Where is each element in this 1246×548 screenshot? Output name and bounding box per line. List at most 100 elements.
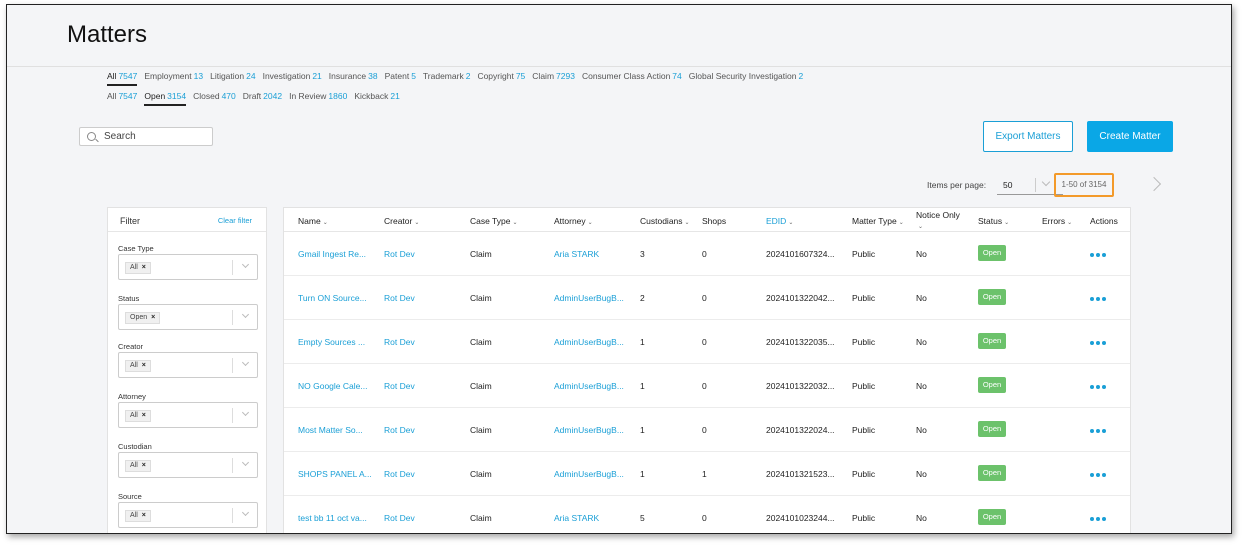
chevron-down-icon xyxy=(241,260,250,269)
more-actions-icon[interactable] xyxy=(1090,252,1108,259)
search-input[interactable] xyxy=(104,131,208,142)
tab-case-type-litigation[interactable]: Litigation 24 xyxy=(210,71,256,84)
cell-creator[interactable]: Rot Dev xyxy=(384,469,464,479)
tab-status-open[interactable]: Open 3154 xyxy=(144,91,187,106)
filter-select[interactable]: All × xyxy=(118,402,258,428)
cell-creator[interactable]: Rot Dev xyxy=(384,293,464,303)
cell-attorney[interactable]: AdminUserBugB... xyxy=(554,425,636,435)
filter-select[interactable]: All × xyxy=(118,502,258,528)
tab-case-type-patent[interactable]: Patent 5 xyxy=(385,71,416,84)
cell-creator[interactable]: Rot Dev xyxy=(384,513,464,523)
cell-creator[interactable]: Rot Dev xyxy=(384,381,464,391)
tab-status-all[interactable]: All 7547 xyxy=(107,91,137,104)
tab-case-type-copyright[interactable]: Copyright 75 xyxy=(477,71,525,84)
cell-shops: 0 xyxy=(702,337,707,347)
cell-attorney[interactable]: AdminUserBugB... xyxy=(554,469,636,479)
cell-edid: 2024101322024... xyxy=(766,425,835,435)
column-header-attorney[interactable]: Attorney ⌄ xyxy=(554,216,593,226)
tab-status-in-review[interactable]: In Review 1860 xyxy=(289,91,347,104)
tab-case-type-claim[interactable]: Claim 7293 xyxy=(532,71,575,84)
remove-tag-icon[interactable]: × xyxy=(142,462,146,469)
cell-matter-type: Public xyxy=(852,249,876,259)
cell-notice-only: No xyxy=(916,425,927,435)
table-row[interactable]: Most Matter So... Rot Dev Claim AdminUserBu… xyxy=(284,408,1130,452)
tab-status-closed[interactable]: Closed 470 xyxy=(193,91,236,104)
table-row[interactable]: Empty Sources ... Rot Dev Claim AdminUserBu… xyxy=(284,320,1130,364)
next-page-chevron-icon[interactable] xyxy=(1146,176,1162,192)
export-matters-button[interactable]: Export Matters xyxy=(983,121,1073,152)
cell-creator[interactable]: Rot Dev xyxy=(384,425,464,435)
cell-case-type: Claim xyxy=(470,513,492,523)
cell-name[interactable]: Most Matter So... xyxy=(298,425,380,435)
tab-case-type-consumer-class-action[interactable]: Consumer Class Action 74 xyxy=(582,71,682,84)
cell-attorney[interactable]: AdminUserBugB... xyxy=(554,293,636,303)
column-header-case-type[interactable]: Case Type ⌄ xyxy=(470,216,518,226)
filter-select[interactable]: All × xyxy=(118,352,258,378)
cell-attorney[interactable]: Aria STARK xyxy=(554,249,636,259)
create-matter-button[interactable]: Create Matter xyxy=(1087,121,1173,152)
more-actions-icon[interactable] xyxy=(1090,384,1108,391)
cell-name[interactable]: Empty Sources ... xyxy=(298,337,380,347)
column-header-creator[interactable]: Creator ⌄ xyxy=(384,216,419,226)
tab-case-type-insurance[interactable]: Insurance 38 xyxy=(329,71,378,84)
cell-name[interactable]: SHOPS PANEL A... xyxy=(298,469,380,479)
tab-case-type-global-security-investigation[interactable]: Global Security Investigation 2 xyxy=(689,71,803,84)
more-actions-icon[interactable] xyxy=(1090,428,1108,435)
column-header-errors[interactable]: Errors ⌄ xyxy=(1042,216,1072,226)
filter-select[interactable]: Open × xyxy=(118,304,258,330)
cell-name[interactable]: test bb 11 oct va... xyxy=(298,513,380,523)
filter-select[interactable]: All × xyxy=(118,452,258,478)
cell-matter-type: Public xyxy=(852,469,876,479)
tab-status-label: Kickback xyxy=(354,91,389,101)
cell-case-type: Claim xyxy=(470,425,492,435)
remove-tag-icon[interactable]: × xyxy=(142,264,146,271)
tab-case-type-trademark[interactable]: Trademark 2 xyxy=(423,71,471,84)
tab-case-type-all[interactable]: All 7547 xyxy=(107,71,138,86)
column-header-matter-type[interactable]: Matter Type ⌄ xyxy=(852,216,904,226)
column-header-custodians[interactable]: Custodians ⌄ xyxy=(640,216,690,226)
remove-tag-icon[interactable]: × xyxy=(142,512,146,519)
remove-tag-icon[interactable]: × xyxy=(142,362,146,369)
tab-case-type-employment[interactable]: Employment 13 xyxy=(144,71,203,84)
tab-case-type-count: 75 xyxy=(515,71,526,81)
remove-tag-icon[interactable]: × xyxy=(151,314,155,321)
select-divider xyxy=(232,358,233,373)
column-header-notice-only[interactable]: Notice Only ⌄ xyxy=(916,210,960,232)
cell-name[interactable]: NO Google Cale... xyxy=(298,381,380,391)
filter-select[interactable]: All × xyxy=(118,254,258,280)
more-actions-icon[interactable] xyxy=(1090,472,1108,479)
column-header-status[interactable]: Status ⌄ xyxy=(978,216,1009,226)
table-row[interactable]: NO Google Cale... Rot Dev Claim AdminUserBu… xyxy=(284,364,1130,408)
tab-status-label: In Review xyxy=(289,91,327,101)
page-title: Matters xyxy=(67,21,148,48)
cell-creator[interactable]: Rot Dev xyxy=(384,337,464,347)
table-row[interactable]: test bb 11 oct va... Rot Dev Claim Aria STA… xyxy=(284,496,1130,533)
status-badge: Open xyxy=(978,245,1006,261)
cell-name[interactable]: Turn ON Source... xyxy=(298,293,380,303)
cell-shops: 0 xyxy=(702,381,707,391)
tab-status-count: 3154 xyxy=(167,91,187,101)
filter-tag-label: All xyxy=(130,264,138,271)
remove-tag-icon[interactable]: × xyxy=(142,412,146,419)
more-actions-icon[interactable] xyxy=(1090,340,1108,347)
cell-attorney[interactable]: AdminUserBugB... xyxy=(554,381,636,391)
column-header-name[interactable]: Name ⌄ xyxy=(298,216,328,226)
more-actions-icon[interactable] xyxy=(1090,516,1108,523)
cell-attorney[interactable]: Aria STARK xyxy=(554,513,636,523)
cell-attorney[interactable]: AdminUserBugB... xyxy=(554,337,636,347)
cell-creator[interactable]: Rot Dev xyxy=(384,249,464,259)
table-row[interactable]: Gmail Ingest Re... Rot Dev Claim Aria STARK… xyxy=(284,232,1130,276)
tab-status-kickback[interactable]: Kickback 21 xyxy=(354,91,399,104)
column-header-edid[interactable]: EDID ⌄ xyxy=(766,216,793,226)
filter-label: Status xyxy=(118,294,140,303)
tab-status-draft[interactable]: Draft 2042 xyxy=(243,91,282,104)
column-header-shops[interactable]: Shops xyxy=(702,216,726,226)
clear-filter-link[interactable]: Clear filter xyxy=(218,216,252,225)
table-row[interactable]: SHOPS PANEL A... Rot Dev Claim AdminUserBug… xyxy=(284,452,1130,496)
tab-case-type-investigation[interactable]: Investigation 21 xyxy=(263,71,322,84)
status-badge: Open xyxy=(978,421,1006,437)
more-actions-icon[interactable] xyxy=(1090,296,1108,303)
filter-title: Filter xyxy=(120,216,140,226)
cell-name[interactable]: Gmail Ingest Re... xyxy=(298,249,380,259)
table-row[interactable]: Turn ON Source... Rot Dev Claim AdminUserBu… xyxy=(284,276,1130,320)
